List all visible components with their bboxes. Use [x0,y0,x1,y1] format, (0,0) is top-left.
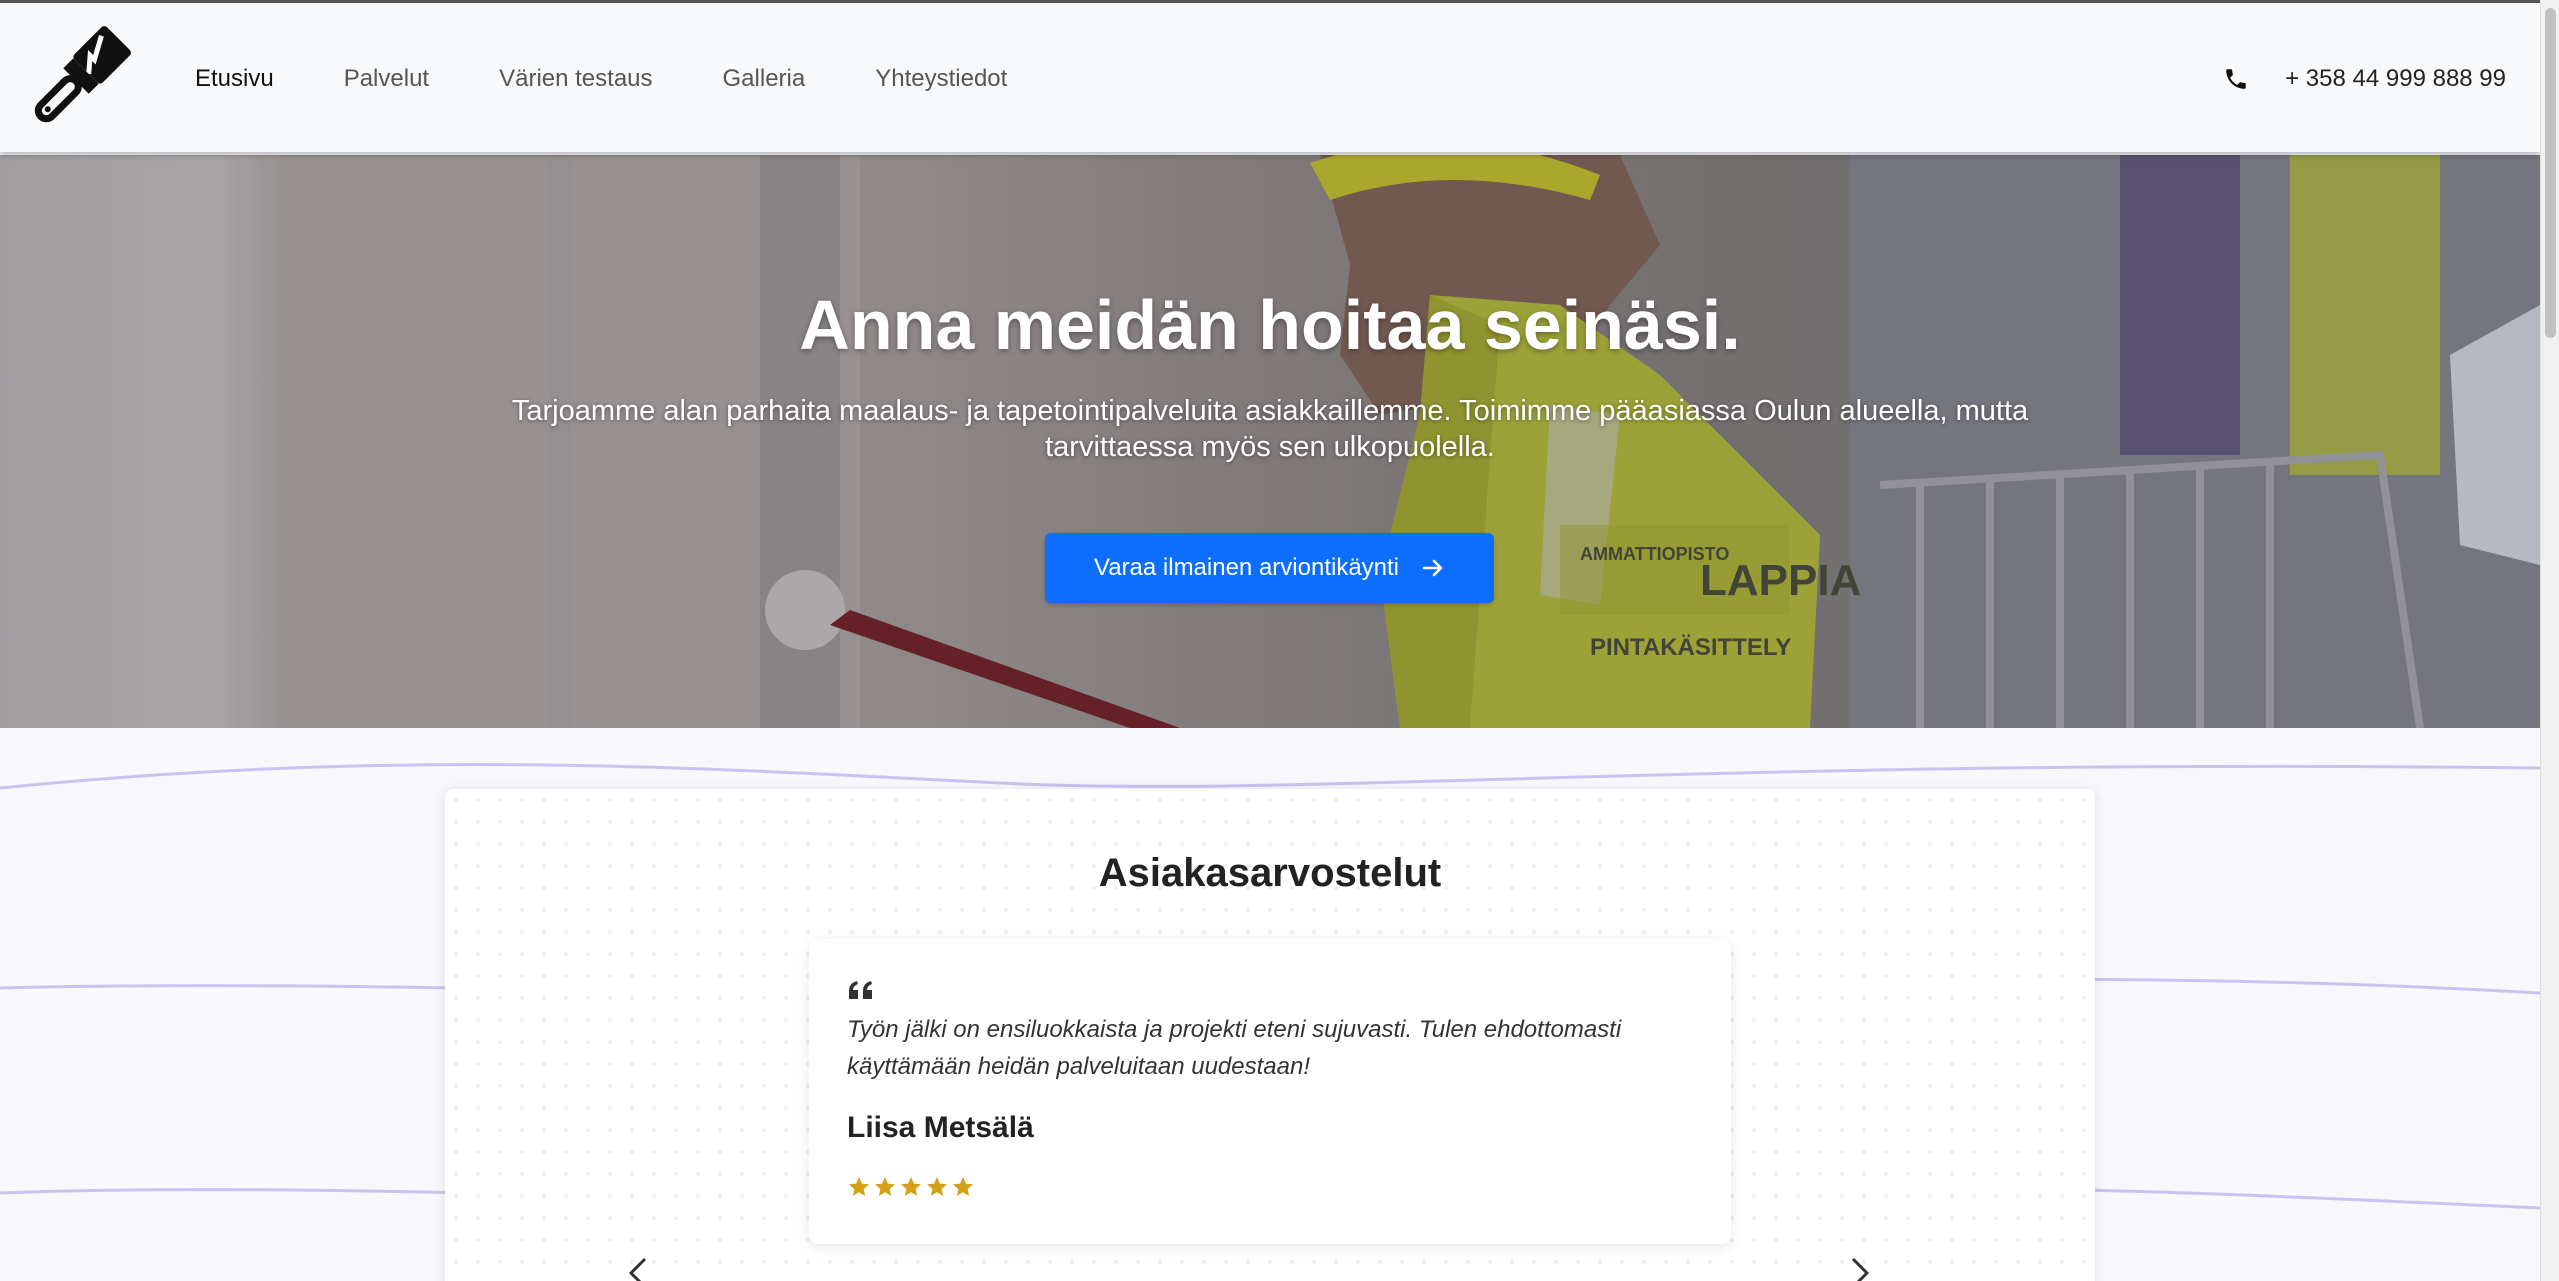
phone-icon [2226,69,2246,89]
star-icon [875,1177,895,1196]
hero-section: AMMATTIOPISTO LAPPIA PINTAKÄSITTELY Anna… [0,155,2540,728]
nav-item-etusivu[interactable]: Etusivu [195,65,274,93]
star-icon [953,1177,973,1196]
star-icon [927,1177,947,1196]
main-nav: Etusivu Palvelut Värien testaus Galleria… [195,65,1007,93]
scrollbar-thumb[interactable] [2545,8,2556,338]
reviews-section: Asiakasarvostelut Työn jälki on ensiluok… [445,789,2095,1281]
review-card: Työn jälki on ensiluokkaista ja projekti… [809,939,1731,1244]
nav-item-yhteystiedot[interactable]: Yhteystiedot [875,65,1007,93]
chevron-right-icon[interactable] [1845,1257,1875,1281]
hero-title: Anna meidän hoitaa seinäsi. [799,286,1741,364]
reviewer-name: Liisa Metsälä [847,1111,1034,1144]
reviews-title: Asiakasarvostelut [1098,851,1442,895]
nav-item-galleria[interactable]: Galleria [723,65,806,93]
page-scrollbar[interactable] [2540,0,2559,1281]
arrow-right-icon [1422,559,1443,577]
star-icon [901,1177,921,1196]
chevron-left-icon[interactable] [623,1257,653,1281]
phone-contact[interactable]: + 358 44 999 888 99 [2223,65,2506,93]
quote-icon [849,981,872,999]
hero-subtitle: Tarjoamme alan parhaita maalaus- ja tape… [511,395,2029,463]
paintbrush-logo-icon[interactable] [18,23,134,139]
site-header: Etusivu Palvelut Värien testaus Galleria… [0,0,2540,152]
nav-item-palvelut[interactable]: Palvelut [344,65,429,93]
nav-item-varien-testaus[interactable]: Värien testaus [499,65,652,93]
star-rating [847,1175,975,1199]
phone-number[interactable]: + 358 44 999 888 99 [2285,65,2506,93]
book-visit-button-label: Varaa ilmainen arviontikäynti [1093,554,1400,581]
book-visit-button[interactable]: Varaa ilmainen arviontikäynti [1045,533,1494,603]
star-icon [849,1177,869,1196]
review-text: Työn jälki on ensiluokkaista ja projekti… [847,1016,1622,1080]
